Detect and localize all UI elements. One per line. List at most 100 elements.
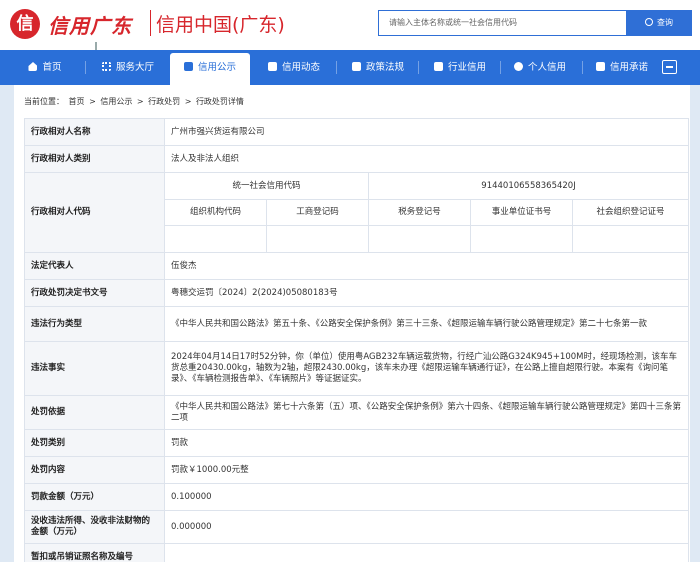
inst-code-header: 事业单位证书号 [470, 199, 573, 226]
shield-icon [595, 62, 605, 71]
penalty-basis-value: 《中华人民共和国公路法》第七十六条第（五）项、《公路安全保护条例》第六十四条、《… [163, 395, 690, 430]
nav-service-hall-label: 服务大厅 [115, 62, 154, 73]
confiscate-value: 0.000000 [163, 510, 690, 544]
name-value: 广州市强兴货运有限公司 [163, 118, 690, 146]
person-icon [513, 62, 523, 71]
org-code-header: 组织机构代码 [164, 199, 267, 226]
building-icon [433, 62, 443, 71]
table-row: 处罚内容 罚款￥1000.00元整 [24, 456, 690, 484]
notice-icon [183, 62, 193, 71]
nav-credit-commitment-label: 信用承诺 [609, 62, 648, 73]
nav-personal-credit[interactable]: 个人信用 [500, 50, 580, 85]
penalty-kind-label: 处罚类别 [24, 429, 165, 457]
confiscate-label: 没收违法所得、没收非法财物的金额（万元） [24, 510, 165, 544]
breadcrumb-home[interactable]: 首页 [69, 97, 85, 106]
logo-divider [150, 10, 151, 36]
penalty-basis-label: 处罚依据 [24, 395, 165, 430]
table-row: 行政相对人名称 广州市强兴货运有限公司 [24, 118, 690, 146]
book-icon [351, 62, 361, 71]
pin-marker [95, 42, 97, 50]
table-row: 行政处罚决定书文号 粤穗交运罚〔2024〕2(2024)05080183号 [24, 279, 690, 307]
violation-fact-value: 2024年04月14日17时52分钟，你（单位）使用粤AGB232车辆运载货物，… [163, 341, 690, 396]
doc-number-value: 粤穗交运罚〔2024〕2(2024)05080183号 [163, 279, 690, 307]
category-label: 行政相对人类别 [24, 145, 165, 173]
credit-logo-icon[interactable]: 信 [10, 9, 40, 39]
nav-credit-commitment[interactable]: 信用承诺 [582, 50, 662, 85]
detail-panel: 当前位置： 首页 > 信用公示 > 行政处罚 > 行政处罚详情 行政相对人名称 … [14, 85, 690, 562]
table-row: 违法行为类型 《中华人民共和国公路法》第五十条、《公路安全保护条例》第三十三条、… [24, 306, 690, 342]
search-icon [645, 18, 653, 26]
grid-icon [101, 62, 111, 71]
search-button-label: 查询 [657, 18, 673, 27]
breadcrumb-credit-notice[interactable]: 信用公示 [100, 97, 132, 106]
org-code-value [164, 225, 267, 253]
rep-value: 伍俊杰 [163, 252, 690, 280]
tax-code-value [368, 225, 471, 253]
nav-credit-news[interactable]: 信用动态 [254, 50, 334, 85]
table-row: 处罚类别 罚款 [24, 429, 690, 457]
nav-divider [418, 61, 419, 74]
penalty-detail-table: 行政相对人名称 广州市强兴货运有限公司 行政相对人类别 法人及非法人组织 行政相… [24, 118, 690, 562]
penalty-content-value: 罚款￥1000.00元整 [163, 456, 690, 484]
nav-home-label: 首页 [42, 62, 62, 73]
table-row: 行政相对人代码 统一社会信用代码 91440106558365420J [24, 172, 690, 253]
table-row: 罚款金额（万元） 0.100000 [24, 483, 690, 511]
inst-code-value [470, 225, 573, 253]
site-header: 信 信用广东 信用中国(广东) 请输入主体名称或统一社会信用代码 查询 [0, 0, 700, 50]
table-row: 法定代表人 伍俊杰 [24, 252, 690, 280]
nav-service-hall[interactable]: 服务大厅 [90, 50, 166, 85]
tax-code-header: 税务登记号 [368, 199, 471, 226]
breadcrumb: 当前位置： 首页 > 信用公示 > 行政处罚 > 行政处罚详情 [24, 96, 246, 107]
biz-code-value [266, 225, 369, 253]
nav-personal-credit-label: 个人信用 [527, 62, 566, 73]
main-nav: 首页 服务大厅 信用公示 信用动态 政策法规 行业信用 个人信用 信用承诺 [0, 50, 700, 85]
violation-fact-label: 违法事实 [24, 341, 165, 396]
biz-code-header: 工商登记码 [266, 199, 369, 226]
rep-label: 法定代表人 [24, 252, 165, 280]
fine-amount-label: 罚款金额（万元） [24, 483, 165, 511]
fine-amount-value: 0.100000 [163, 483, 690, 511]
table-row: 处罚依据 《中华人民共和国公路法》第七十六条第（五）项、《公路安全保护条例》第六… [24, 395, 690, 430]
search-button[interactable]: 查询 [626, 10, 692, 36]
name-label: 行政相对人名称 [24, 118, 165, 146]
home-icon [28, 62, 38, 71]
violation-type-label: 违法行为类型 [24, 306, 165, 342]
category-value: 法人及非法人组织 [163, 145, 690, 173]
nav-policy-label: 政策法规 [365, 62, 404, 73]
table-row: 暂扣或吊销证照名称及编号 [24, 543, 690, 562]
breadcrumb-separator: > [136, 97, 144, 106]
nav-divider [336, 61, 337, 74]
license-label: 暂扣或吊销证照名称及编号 [24, 543, 165, 562]
logout-icon[interactable] [662, 60, 677, 74]
license-value [163, 543, 690, 562]
nav-industry-credit-label: 行业信用 [447, 62, 486, 73]
table-row: 行政相对人类别 法人及非法人组织 [24, 145, 690, 173]
logo-script-text[interactable]: 信用广东 [48, 10, 132, 39]
breadcrumb-separator: > [89, 97, 96, 106]
uscc-header: 统一社会信用代码 [164, 172, 369, 200]
doc-number-label: 行政处罚决定书文号 [24, 279, 165, 307]
table-row: 违法事实 2024年04月14日17时52分钟，你（单位）使用粤AGB232车辆… [24, 341, 690, 396]
nav-divider [85, 61, 86, 74]
nav-policy[interactable]: 政策法规 [338, 50, 418, 85]
breadcrumb-prefix: 当前位置： [24, 97, 64, 106]
violation-type-value: 《中华人民共和国公路法》第五十条、《公路安全保护条例》第三十三条、《超限运输车辆… [163, 306, 690, 342]
nav-home[interactable]: 首页 [10, 50, 80, 85]
site-title[interactable]: 信用中国(广东) [156, 10, 285, 37]
uscc-value: 91440106558365420J [367, 172, 690, 200]
nav-credit-news-label: 信用动态 [281, 62, 320, 73]
social-code-header: 社会组织登记证号 [571, 199, 690, 226]
breadcrumb-penalty[interactable]: 行政处罚 [148, 97, 180, 106]
nav-credit-notice-label: 信用公示 [197, 62, 236, 73]
code-label: 行政相对人代码 [24, 172, 165, 253]
nav-industry-credit[interactable]: 行业信用 [420, 50, 500, 85]
breadcrumb-current: 行政处罚详情 [195, 97, 244, 106]
table-row: 没收违法所得、没收非法财物的金额（万元） 0.000000 [24, 510, 690, 544]
document-icon [267, 62, 277, 71]
social-code-value [571, 225, 690, 253]
penalty-content-label: 处罚内容 [24, 456, 165, 484]
penalty-kind-value: 罚款 [163, 429, 690, 457]
breadcrumb-separator: > [184, 97, 192, 106]
search-input[interactable]: 请输入主体名称或统一社会信用代码 [378, 10, 626, 36]
nav-credit-notice[interactable]: 信用公示 [170, 53, 250, 85]
